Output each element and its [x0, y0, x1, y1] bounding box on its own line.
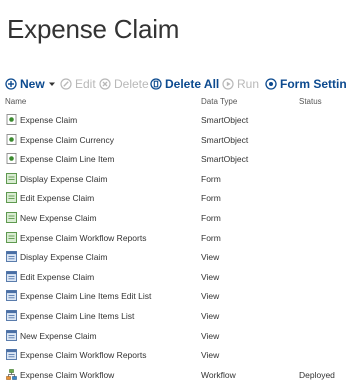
smartobject-icon	[6, 133, 17, 145]
settings-icon	[265, 78, 277, 90]
row-data-type: View	[201, 330, 220, 341]
delete-button[interactable]: Delete	[99, 76, 149, 92]
table-row[interactable]: Display Expense Claim View	[0, 247, 346, 267]
row-name: Expense Claim Workflow Reports	[20, 350, 147, 361]
table-row[interactable]: Display Expense Claim Form	[0, 169, 346, 189]
delete-all-button[interactable]: Delete All	[150, 76, 219, 92]
form-icon	[6, 192, 17, 204]
add-icon	[5, 78, 17, 90]
row-status: Deployed	[299, 369, 335, 380]
row-name: Edit Expense Claim	[20, 193, 95, 204]
row-name: Display Expense Claim	[20, 173, 108, 184]
row-data-type: View	[201, 271, 220, 282]
edit-button[interactable]: Edit	[60, 76, 96, 92]
table-row[interactable]: Expense Claim Workflow Reports Form	[0, 228, 346, 248]
view-icon	[6, 290, 17, 302]
row-name: Expense Claim Currency	[20, 134, 115, 145]
row-data-type: SmartObject	[201, 134, 249, 145]
row-name: Expense Claim Line Items List	[20, 311, 135, 321]
column-header-name[interactable]: Name	[5, 97, 26, 106]
new-button-label: New	[20, 77, 45, 91]
page-title: Expense Claim	[7, 14, 180, 44]
form-settings-button-label: Form Settings	[280, 77, 346, 91]
caret-down-icon	[49, 82, 55, 86]
table-row[interactable]: Expense Claim SmartObject	[0, 110, 346, 130]
view-icon	[6, 329, 17, 341]
row-name: Expense Claim Line Items Edit List	[20, 291, 152, 302]
table-row[interactable]: Edit Expense Claim View	[0, 267, 346, 287]
view-icon	[6, 349, 17, 361]
delete-all-icon	[150, 78, 162, 90]
table-row[interactable]: New Expense Claim Form	[0, 208, 346, 228]
row-name: Expense Claim Workflow	[20, 369, 115, 380]
table-row[interactable]: New Expense Claim View	[0, 326, 346, 346]
toolbar: New Edit Delete Delete All Run Form Sett…	[5, 76, 346, 92]
form-icon	[6, 231, 17, 243]
row-name: Display Expense Claim	[20, 252, 108, 263]
run-icon	[222, 78, 234, 90]
row-data-type: Form	[201, 213, 221, 223]
table-row[interactable]: Expense Claim Line Items List View	[0, 306, 346, 326]
delete-all-button-label: Delete All	[165, 77, 220, 91]
row-data-type: Form	[201, 193, 221, 204]
row-name: Expense Claim Line Item	[20, 154, 115, 165]
form-settings-button[interactable]: Form Settings	[265, 76, 346, 92]
row-data-type: Workflow	[201, 369, 236, 380]
delete-button-label: Delete	[114, 77, 149, 91]
smartobject-icon	[6, 114, 17, 125]
column-header-status[interactable]: Status	[299, 97, 322, 106]
new-dropdown-button[interactable]	[48, 76, 56, 92]
edit-icon	[60, 78, 72, 90]
view-icon	[6, 251, 17, 263]
column-headers: Name Data Type Status	[5, 97, 346, 109]
row-data-type: View	[201, 291, 220, 302]
run-button[interactable]: Run	[222, 76, 259, 92]
workflow-icon	[6, 368, 17, 380]
edit-button-label: Edit	[75, 77, 96, 91]
column-header-data-type[interactable]: Data Type	[201, 97, 237, 106]
run-button-label: Run	[237, 77, 260, 91]
table-row[interactable]: Expense Claim Line Item SmartObject	[0, 149, 346, 169]
form-icon	[6, 172, 17, 184]
view-icon	[6, 310, 17, 321]
row-data-type: View	[201, 311, 220, 321]
table-row[interactable]: Edit Expense Claim Form	[0, 188, 346, 208]
row-name: New Expense Claim	[20, 213, 97, 223]
smartobject-icon	[6, 153, 17, 165]
row-data-type: Form	[201, 232, 221, 243]
view-icon	[6, 270, 17, 282]
row-data-type: View	[201, 350, 220, 361]
form-icon	[6, 212, 17, 223]
row-data-type: SmartObject	[201, 154, 249, 165]
row-name: Edit Expense Claim	[20, 271, 95, 282]
row-name: Expense Claim	[20, 115, 78, 125]
table-row[interactable]: Expense Claim Workflow Workflow Deployed	[0, 365, 346, 385]
table-row[interactable]: Expense Claim Line Items Edit List View	[0, 286, 346, 306]
delete-icon	[99, 78, 111, 90]
row-data-type: SmartObject	[201, 115, 249, 125]
table-row[interactable]: Expense Claim Currency SmartObject	[0, 130, 346, 150]
row-data-type: Form	[201, 173, 221, 184]
row-data-type: View	[201, 252, 220, 263]
new-button[interactable]: New	[5, 76, 45, 92]
table-row[interactable]: Expense Claim Workflow Reports View	[0, 345, 346, 365]
row-name: Expense Claim Workflow Reports	[20, 232, 147, 243]
row-name: New Expense Claim	[20, 330, 97, 341]
